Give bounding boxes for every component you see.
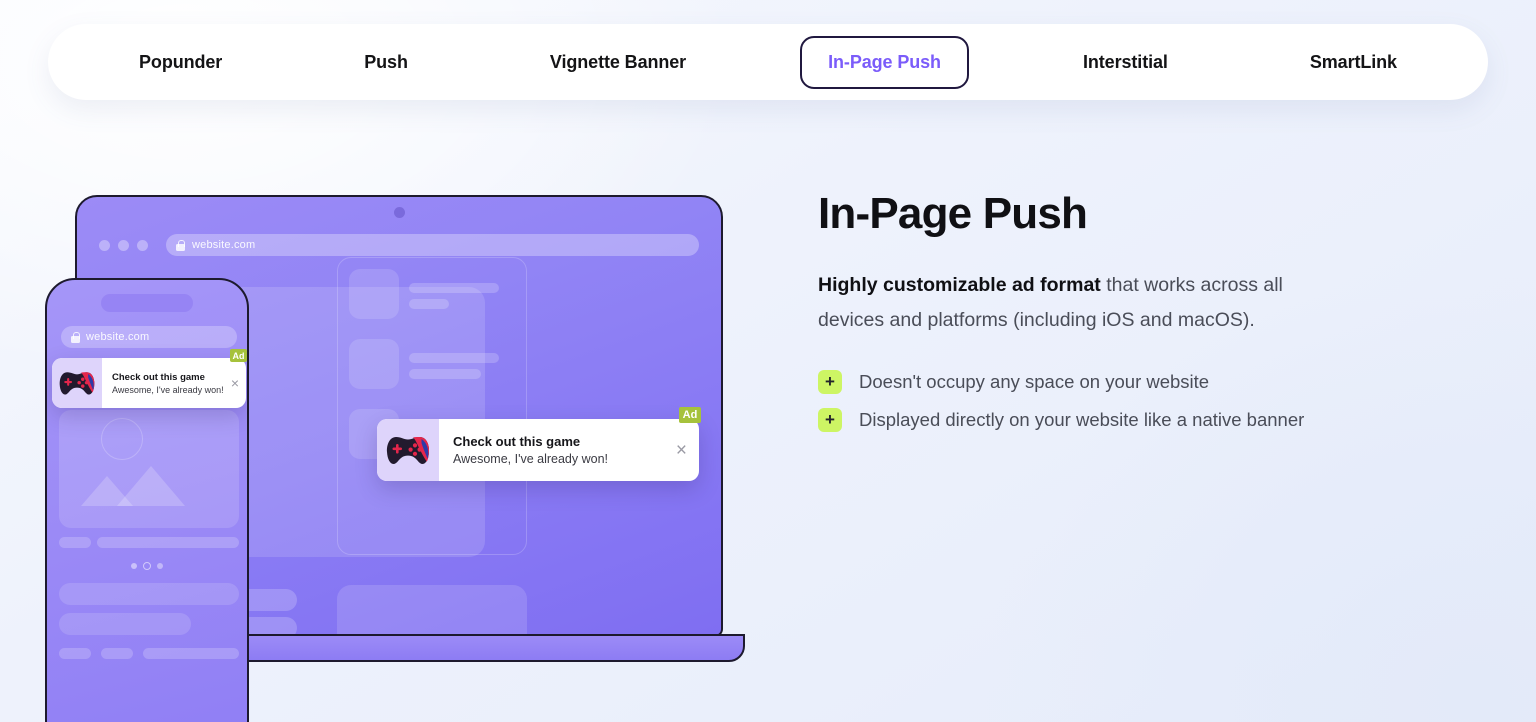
ad-title: Check out this game — [112, 371, 205, 383]
carousel-dot-active — [143, 562, 151, 570]
phone-carousel-dots — [131, 562, 163, 570]
ad-close-button[interactable]: × — [231, 376, 239, 390]
laptop-url-text: website.com — [192, 239, 256, 251]
phone-wireframe-line-3 — [59, 648, 91, 659]
browser-dot-red — [99, 239, 110, 251]
browser-dot-green — [137, 239, 148, 251]
format-description-panel: In-Page Push Highly customizable ad form… — [818, 189, 1418, 446]
lock-icon — [71, 331, 80, 343]
gamepad-icon — [58, 369, 96, 397]
wireframe-line-4 — [409, 369, 481, 379]
laptop-base — [180, 634, 745, 662]
ad-thumbnail — [377, 419, 439, 481]
tab-vignette-banner[interactable]: Vignette Banner — [522, 36, 714, 89]
feature-label: Displayed directly on your website like … — [859, 408, 1305, 430]
phone-wireframe-line-2 — [97, 537, 239, 548]
wireframe-thumb-2 — [349, 339, 399, 389]
page-root: Popunder Push Vignette Banner In-Page Pu… — [0, 0, 1536, 722]
feature-list: + Doesn't occupy any space on your websi… — [818, 369, 1418, 432]
phone-mockup: website.com Check out this game Awesome,… — [45, 278, 249, 722]
format-description-emphasis: Highly customizable ad format — [818, 274, 1101, 297]
gamepad-icon — [385, 433, 431, 467]
wireframe-circle-icon — [101, 418, 143, 460]
ad-text-body: Check out this game Awesome, I've alread… — [102, 358, 246, 408]
phone-url-bar[interactable]: website.com — [61, 326, 237, 348]
tab-push[interactable]: Push — [336, 36, 436, 89]
laptop-ad-card[interactable]: Check out this game Awesome, I've alread… — [377, 407, 701, 481]
ad-subtitle: Awesome, I've already won! — [112, 384, 224, 395]
phone-wireframe-block-2 — [59, 613, 191, 635]
wireframe-thumb-1 — [349, 269, 399, 319]
wireframe-side-block — [337, 585, 527, 635]
device-mockup-illustration: website.com Check out this game Awesome,… — [0, 150, 790, 722]
feature-label: Doesn't occupy any space on your website — [859, 370, 1210, 392]
plus-icon: + — [818, 407, 842, 432]
phone-wireframe-line-5 — [143, 648, 239, 659]
ad-format-tabbar: Popunder Push Vignette Banner In-Page Pu… — [48, 24, 1488, 100]
carousel-dot — [131, 563, 137, 569]
format-description: Highly customizable ad format that works… — [818, 268, 1318, 337]
phone-wireframe-line-4 — [101, 648, 133, 659]
tab-popunder[interactable]: Popunder — [111, 36, 250, 89]
tab-interstitial[interactable]: Interstitial — [1055, 36, 1196, 89]
ad-thumbnail — [52, 358, 102, 408]
feature-item: + Displayed directly on your website lik… — [818, 407, 1418, 432]
wireframe-line-1 — [409, 283, 499, 293]
phone-url-text: website.com — [86, 331, 150, 343]
phone-ad-card[interactable]: Check out this game Awesome, I've alread… — [52, 349, 247, 408]
ad-subtitle: Awesome, I've already won! — [453, 452, 609, 466]
plus-icon: + — [818, 369, 842, 394]
phone-notch — [101, 294, 193, 312]
lock-icon — [176, 239, 185, 251]
phone-wireframe-block-1 — [59, 583, 239, 605]
page-title: In-Page Push — [818, 189, 1088, 238]
wireframe-line-3 — [409, 353, 499, 363]
feature-item: + Doesn't occupy any space on your websi… — [818, 369, 1418, 394]
ad-title: Check out this game — [453, 434, 581, 449]
ad-badge: Ad — [230, 349, 247, 362]
laptop-url-bar[interactable]: website.com — [166, 234, 699, 256]
laptop-camera-icon — [394, 207, 405, 218]
ad-badge: Ad — [679, 407, 701, 423]
carousel-dot — [157, 563, 163, 569]
wireframe-mountain-small-icon — [81, 476, 133, 506]
ad-text-body: Check out this game Awesome, I've alread… — [439, 419, 699, 481]
tab-in-page-push[interactable]: In-Page Push — [800, 35, 969, 89]
wireframe-line-2 — [409, 299, 449, 309]
phone-wireframe-graphic — [59, 410, 239, 528]
browser-dot-yellow — [118, 239, 129, 251]
phone-wireframe-line-1 — [59, 537, 91, 548]
tab-smartlink[interactable]: SmartLink — [1282, 36, 1425, 89]
ad-close-button[interactable]: × — [676, 441, 687, 460]
